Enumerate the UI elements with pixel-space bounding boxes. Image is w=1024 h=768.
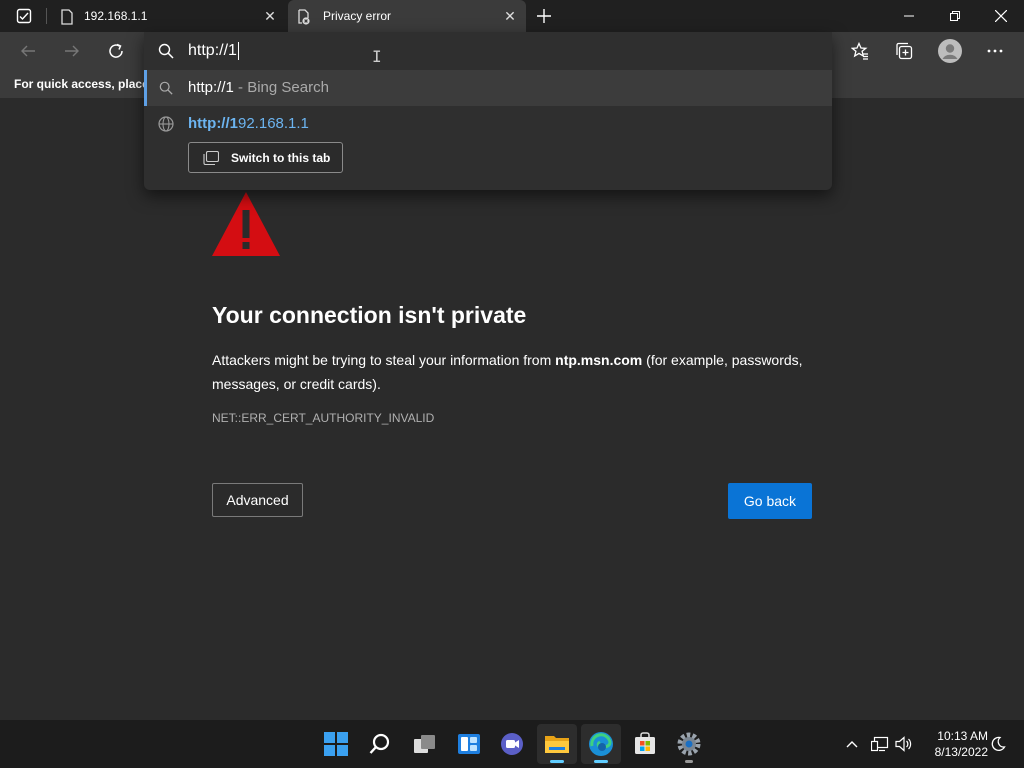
network-icon bbox=[871, 736, 889, 752]
collections-icon bbox=[896, 42, 913, 60]
widgets-button[interactable] bbox=[449, 724, 489, 764]
browser-window: 192.168.1.1 ✕ Privacy error ✕ For quick … bbox=[0, 0, 1024, 768]
taskbar-clock[interactable]: 10:13 AM 8/13/2022 bbox=[920, 728, 988, 760]
error-title: Your connection isn't private bbox=[212, 302, 527, 328]
restore-icon bbox=[950, 11, 960, 21]
search-icon bbox=[158, 43, 174, 59]
edge-icon bbox=[589, 732, 613, 756]
network-button[interactable] bbox=[868, 732, 892, 756]
suggestion-url-rest: 92.168.1.1 bbox=[238, 115, 309, 132]
advanced-button[interactable]: Advanced bbox=[212, 483, 303, 517]
file-explorer-button[interactable] bbox=[537, 724, 577, 764]
tab-192-168-1-1[interactable]: 192.168.1.1 ✕ bbox=[48, 0, 286, 32]
switch-tab-icon bbox=[203, 150, 219, 165]
suggestion-source: - Bing Search bbox=[233, 79, 329, 96]
settings-more-button[interactable] bbox=[981, 37, 1009, 65]
more-options-icon bbox=[987, 49, 1003, 53]
suggestion-url: http://192.168.1.1 bbox=[188, 115, 309, 132]
page-error-icon bbox=[298, 9, 310, 25]
task-view-button[interactable] bbox=[405, 724, 445, 764]
tab-title: 192.168.1.1 bbox=[84, 9, 148, 23]
star-list-icon bbox=[851, 42, 868, 60]
edge-button[interactable] bbox=[581, 724, 621, 764]
restore-button[interactable] bbox=[932, 0, 978, 32]
close-tab-icon[interactable]: ✕ bbox=[500, 6, 520, 26]
moon-icon bbox=[991, 736, 1006, 751]
minimize-icon bbox=[904, 15, 914, 17]
suggestion-query: http://1 bbox=[188, 79, 234, 96]
globe-icon bbox=[158, 116, 174, 132]
tab-actions-icon bbox=[16, 8, 32, 24]
file-explorer-icon bbox=[545, 736, 569, 753]
search-icon bbox=[369, 733, 390, 754]
suggestion-open-tab[interactable]: http://192.168.1.1 bbox=[144, 106, 832, 142]
error-code: NET::ERR_CERT_AUTHORITY_INVALID bbox=[212, 411, 435, 425]
mouse-ibeam-cursor: I bbox=[372, 47, 382, 66]
error-domain: ntp.msn.com bbox=[555, 352, 643, 368]
back-button[interactable] bbox=[14, 37, 42, 65]
switch-to-tab-label: Switch to this tab bbox=[231, 150, 331, 165]
chevron-up-icon bbox=[846, 741, 858, 748]
address-bar-dropdown: http://1 I http://1 - Bing Search http:/… bbox=[144, 32, 832, 190]
store-icon bbox=[635, 732, 655, 754]
running-indicator bbox=[685, 760, 693, 763]
error-description: Attackers might be trying to steal your … bbox=[212, 348, 817, 396]
text-cursor bbox=[237, 42, 239, 60]
tab-title: Privacy error bbox=[323, 9, 392, 23]
back-arrow-icon bbox=[21, 45, 35, 57]
suggestion-url-match: http://1 bbox=[188, 115, 238, 132]
clock-time: 10:13 AM bbox=[937, 729, 988, 743]
suggestion-text: http://1 - Bing Search bbox=[188, 79, 329, 96]
address-bar[interactable]: http://1 I bbox=[144, 32, 832, 70]
widgets-icon bbox=[458, 734, 480, 754]
settings-icon bbox=[677, 732, 701, 756]
minimize-button[interactable] bbox=[886, 0, 932, 32]
task-view-icon bbox=[414, 735, 435, 753]
close-window-button[interactable] bbox=[978, 0, 1024, 32]
new-tab-button[interactable] bbox=[532, 4, 556, 28]
address-input[interactable]: http://1 bbox=[188, 42, 239, 60]
avatar bbox=[938, 39, 962, 63]
description-text: Attackers might be trying to steal your … bbox=[212, 352, 556, 368]
running-indicator bbox=[550, 760, 564, 763]
collections-button[interactable] bbox=[890, 37, 918, 65]
tab-privacy-error[interactable]: Privacy error ✕ bbox=[288, 0, 526, 32]
start-button[interactable] bbox=[316, 724, 356, 764]
tab-divider bbox=[46, 8, 47, 24]
forward-arrow-icon bbox=[65, 45, 79, 57]
close-tab-icon[interactable]: ✕ bbox=[260, 6, 280, 26]
taskbar: 10:13 AM 8/13/2022 bbox=[0, 720, 1024, 768]
refresh-button[interactable] bbox=[102, 37, 130, 65]
search-icon bbox=[159, 81, 173, 95]
suggestion-bing-search[interactable]: http://1 - Bing Search bbox=[144, 70, 832, 106]
profile-button[interactable] bbox=[936, 37, 964, 65]
focus-assist-button[interactable] bbox=[986, 732, 1010, 756]
go-back-button[interactable]: Go back bbox=[728, 483, 812, 519]
tab-actions-button[interactable] bbox=[8, 4, 40, 28]
search-button[interactable] bbox=[360, 724, 400, 764]
favorites-bar-hint: For quick access, place y bbox=[14, 77, 145, 91]
speaker-icon bbox=[895, 736, 912, 752]
show-hidden-icons-button[interactable] bbox=[840, 732, 864, 756]
forward-button[interactable] bbox=[58, 37, 86, 65]
plus-icon bbox=[537, 9, 551, 23]
page-icon bbox=[61, 9, 73, 25]
title-bar: 192.168.1.1 ✕ Privacy error ✕ bbox=[0, 0, 1024, 32]
clock-date: 8/13/2022 bbox=[934, 745, 988, 759]
chat-icon bbox=[501, 733, 523, 755]
settings-button[interactable] bbox=[669, 724, 709, 764]
warning-icon bbox=[212, 192, 280, 256]
refresh-icon bbox=[109, 43, 123, 58]
address-input-value: http://1 bbox=[188, 42, 237, 60]
running-indicator bbox=[594, 760, 608, 763]
chat-button[interactable] bbox=[492, 724, 532, 764]
favorites-button[interactable] bbox=[846, 37, 874, 65]
close-icon bbox=[995, 10, 1007, 22]
volume-button[interactable] bbox=[892, 732, 916, 756]
store-button[interactable] bbox=[625, 724, 665, 764]
switch-to-tab-button[interactable]: Switch to this tab bbox=[188, 142, 343, 173]
start-icon bbox=[324, 732, 348, 756]
